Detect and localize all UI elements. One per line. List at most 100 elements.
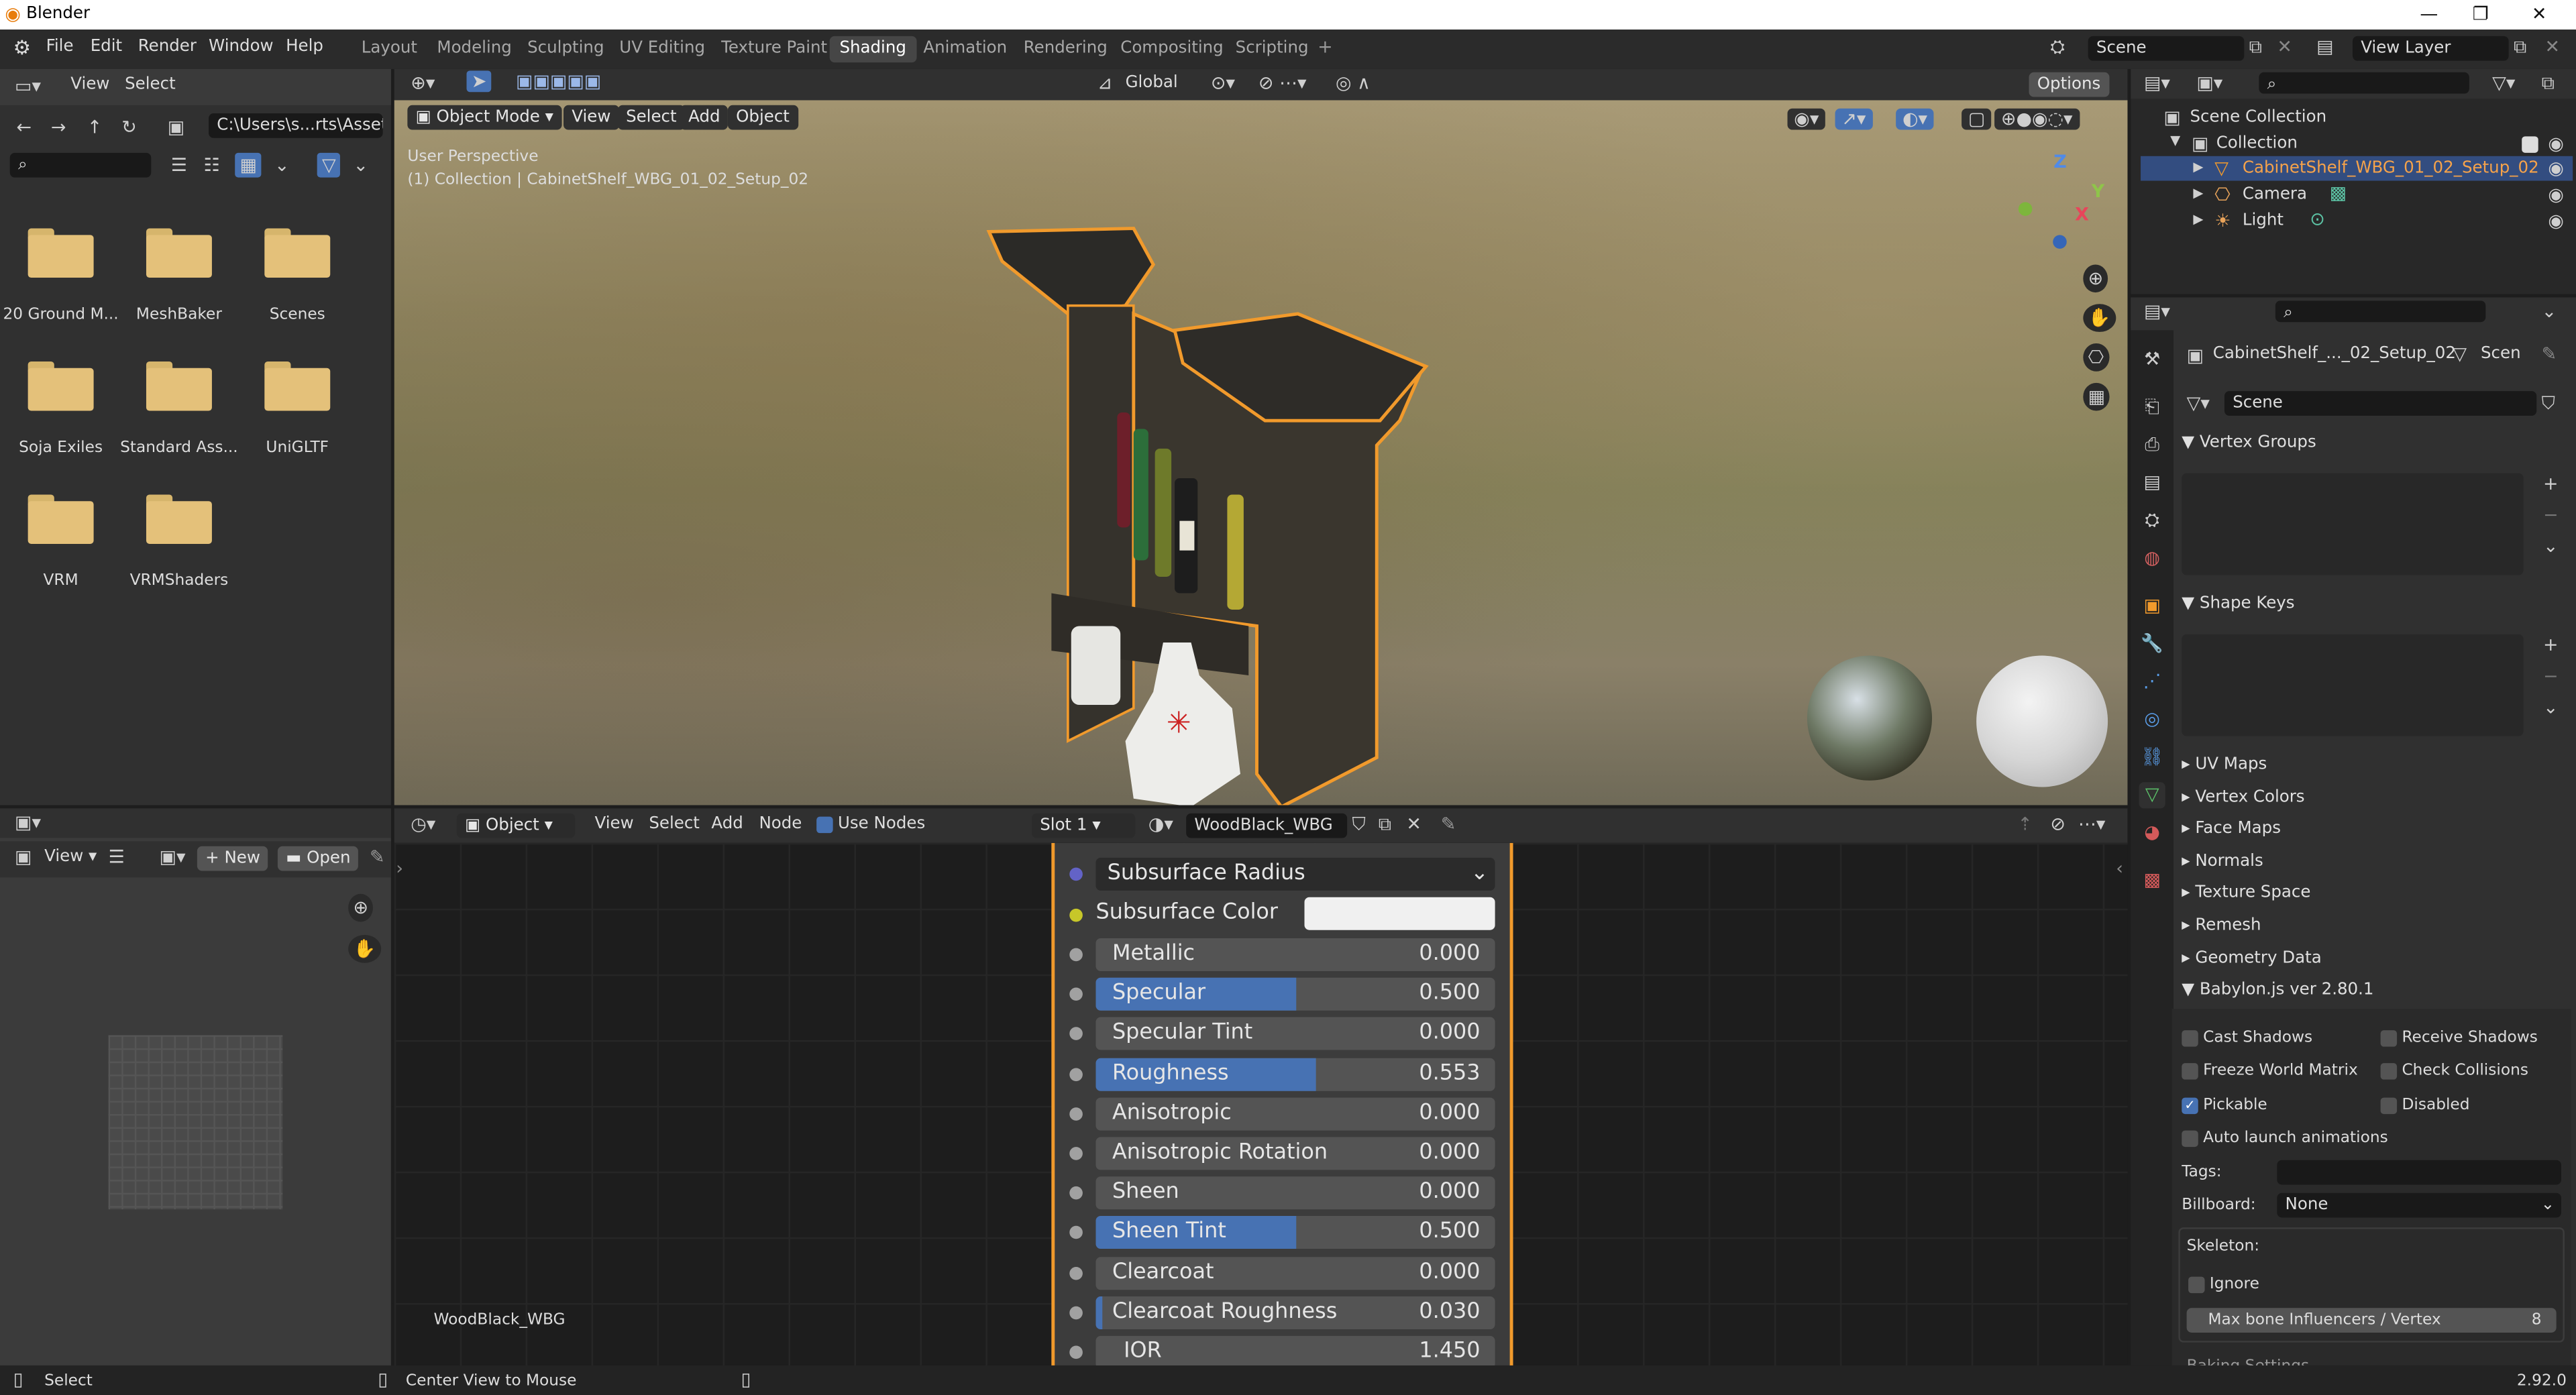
pan-icon[interactable]: ✋	[2083, 304, 2116, 332]
view-layer-field[interactable]: View Layer	[2352, 36, 2509, 61]
select-mode-icons[interactable]: ▣▣▣▣▣	[516, 72, 601, 91]
node-input-socket[interactable]	[1069, 1147, 1083, 1160]
node-input-socket[interactable]	[1069, 1345, 1083, 1359]
parent-node-tree-icon[interactable]: ⇡	[2017, 815, 2033, 833]
thumbnails-icon[interactable]: ▦	[235, 152, 262, 178]
vertex-groups-list[interactable]	[2182, 473, 2524, 575]
add-icon[interactable]: +	[2543, 475, 2559, 493]
new-collection-icon[interactable]: ⧉	[2542, 74, 2555, 92]
max-bone-slider[interactable]: Max bone Influencers / Vertex 8	[2186, 1308, 2557, 1333]
principled-bsdf-node[interactable]: Subsurface Radius ⌄ Subsurface Color Met…	[1051, 842, 1513, 1365]
axis-neg-z-icon[interactable]: ●	[2052, 231, 2068, 249]
tool-tab-icon[interactable]: ⚒	[2139, 347, 2165, 373]
transform-orientation-icon[interactable]: ⊿	[1097, 74, 1113, 92]
eye-icon[interactable]: ◉	[2548, 160, 2564, 178]
editor-type-icon[interactable]: ▣▾	[15, 814, 41, 832]
folder-icon[interactable]	[264, 361, 333, 411]
tab-animation[interactable]: Animation	[914, 36, 1017, 62]
editor-type-icon[interactable]: ▭▾	[15, 77, 41, 95]
node-input-socket[interactable]	[1069, 1226, 1083, 1240]
shape-keys-list[interactable]	[2182, 634, 2524, 736]
expand-triangle-icon[interactable]: ▶	[2193, 160, 2203, 174]
node-input-clearcoat[interactable]: Clearcoat 0.000	[1095, 1256, 1495, 1290]
uv-grid[interactable]	[108, 1035, 283, 1210]
visibility-icon[interactable]: ◉▾	[1787, 108, 1826, 130]
image-browse-icon[interactable]: ▣▾	[160, 848, 186, 866]
expand-triangle-icon[interactable]: ▶	[2193, 213, 2203, 227]
outliner-item-cabinet[interactable]: CabinetShelf_WBG_01_02_Setup_02	[2243, 160, 2539, 178]
expand-triangle-icon[interactable]: ▶	[2193, 186, 2203, 201]
checkbox-check-collisions[interactable]	[2380, 1063, 2398, 1080]
node-input-specular-tint[interactable]: Specular Tint 0.000	[1095, 1017, 1495, 1051]
constraints-tab-icon[interactable]: ⛓	[2139, 744, 2165, 771]
camera-view-icon[interactable]: ⎔	[2083, 343, 2109, 372]
subsurface-color-socket[interactable]	[1069, 908, 1083, 922]
render-tab-icon[interactable]: ⎗	[2139, 394, 2165, 421]
section-uv-maps[interactable]: ▸ UV Maps	[2182, 756, 2267, 774]
remove-view-layer-icon[interactable]: ✕	[2545, 38, 2561, 56]
collapse-triangle-icon[interactable]: ▼	[2170, 134, 2180, 148]
sidebar-expand-icon[interactable]: ‹	[2116, 859, 2123, 877]
new-view-layer-icon[interactable]: ⧉	[2514, 38, 2526, 56]
filter-settings-icon[interactable]: ⌄	[354, 156, 369, 174]
folder-icon[interactable]	[28, 494, 97, 544]
editor-type-icon[interactable]: ▤▾	[2144, 74, 2170, 92]
section-texture-space[interactable]: ▸ Texture Space	[2182, 885, 2310, 903]
material-tab-icon[interactable]: ◕	[2139, 820, 2165, 846]
folder-icon[interactable]	[264, 228, 333, 278]
gizmo-icon[interactable]: ↗▾	[1835, 108, 1873, 130]
properties-search-input[interactable]: ⌕	[2275, 300, 2486, 323]
view-layer-tab-icon[interactable]: ▤	[2139, 470, 2165, 496]
collection-label[interactable]: Collection	[2216, 135, 2298, 153]
open-image-button[interactable]: ▬ Open	[277, 846, 359, 871]
pivot-icon[interactable]: ⊙▾	[1211, 74, 1235, 92]
transform-orientation[interactable]: Global	[1126, 74, 1178, 92]
node-input-sheen[interactable]: Sheen 0.000	[1095, 1176, 1495, 1210]
tab-uv-editing[interactable]: UV Editing	[610, 36, 715, 62]
forward-icon[interactable]: →	[51, 118, 66, 136]
overlays-icon[interactable]: ◐▾	[1896, 108, 1934, 130]
snap-target-icon[interactable]: ⋯▾	[2078, 815, 2105, 833]
tags-input[interactable]	[2277, 1160, 2561, 1185]
unlink-material-icon[interactable]: ✕	[1406, 815, 1421, 833]
node-input-socket[interactable]	[1069, 1067, 1083, 1081]
chevron-down-icon[interactable]: ⌄	[2543, 537, 2559, 555]
node-input-ior[interactable]: IOR 1.450	[1095, 1335, 1495, 1365]
node-input-clearcoat-roughness[interactable]: Clearcoat Roughness 0.030	[1095, 1296, 1495, 1329]
checkbox-cast-shadows[interactable]	[2182, 1030, 2198, 1047]
subsurface-color-swatch[interactable]	[1304, 897, 1495, 930]
mesh-browse-icon[interactable]: ▽▾	[2187, 394, 2210, 412]
viewport-add-menu[interactable]: Add	[680, 105, 729, 130]
subsurface-radius-dropdown[interactable]: Subsurface Radius ⌄	[1095, 857, 1495, 891]
physics-tab-icon[interactable]: ◎	[2139, 707, 2165, 733]
zoom-icon[interactable]: ⊕	[348, 893, 374, 922]
3d-viewport[interactable]: ▣ Object Mode ▾ View Select Add Object U…	[394, 100, 2128, 805]
folder-icon[interactable]	[146, 361, 215, 411]
outliner-search-input[interactable]: ⌕	[2259, 72, 2469, 94]
checkbox-disabled[interactable]	[2380, 1097, 2398, 1115]
node-input-specular[interactable]: Specular 0.500	[1095, 978, 1495, 1011]
editor-type-icon[interactable]: ◷▾	[411, 815, 435, 833]
node-input-anisotropic[interactable]: Anisotropic 0.000	[1095, 1097, 1495, 1131]
remove-icon[interactable]: −	[2543, 667, 2559, 685]
material-browse-icon[interactable]: ◑▾	[1148, 815, 1173, 833]
maximize-icon[interactable]: ❐	[2473, 3, 2489, 25]
collection-include-checkbox[interactable]	[2522, 136, 2538, 153]
eye-icon[interactable]: ◉	[2548, 186, 2564, 204]
world-tab-icon[interactable]: ◍	[2139, 545, 2165, 571]
node-input-socket[interactable]	[1069, 1266, 1083, 1280]
section-geometry-data[interactable]: ▸ Geometry Data	[2182, 949, 2321, 967]
view-layer-icon[interactable]: ▤	[2316, 38, 2333, 56]
scene-collection-label[interactable]: Scene Collection	[2190, 109, 2327, 127]
axis-neg-y-icon[interactable]: ●	[2017, 199, 2033, 217]
new-image-button[interactable]: + New	[197, 846, 269, 871]
checkbox-receive-shadows[interactable]	[2380, 1030, 2398, 1047]
xray-icon[interactable]: ▢	[1962, 108, 1992, 130]
blender-menu-icon[interactable]: ⚙	[13, 38, 31, 57]
options-button[interactable]: Options	[2029, 72, 2109, 97]
viewport-view-menu[interactable]: View	[564, 105, 619, 130]
camera-data-icon[interactable]: ▩	[2330, 184, 2347, 202]
refresh-icon[interactable]: ↻	[121, 118, 137, 136]
checkbox-auto-launch-animations[interactable]	[2182, 1130, 2198, 1148]
node-input-socket[interactable]	[1069, 1107, 1083, 1121]
